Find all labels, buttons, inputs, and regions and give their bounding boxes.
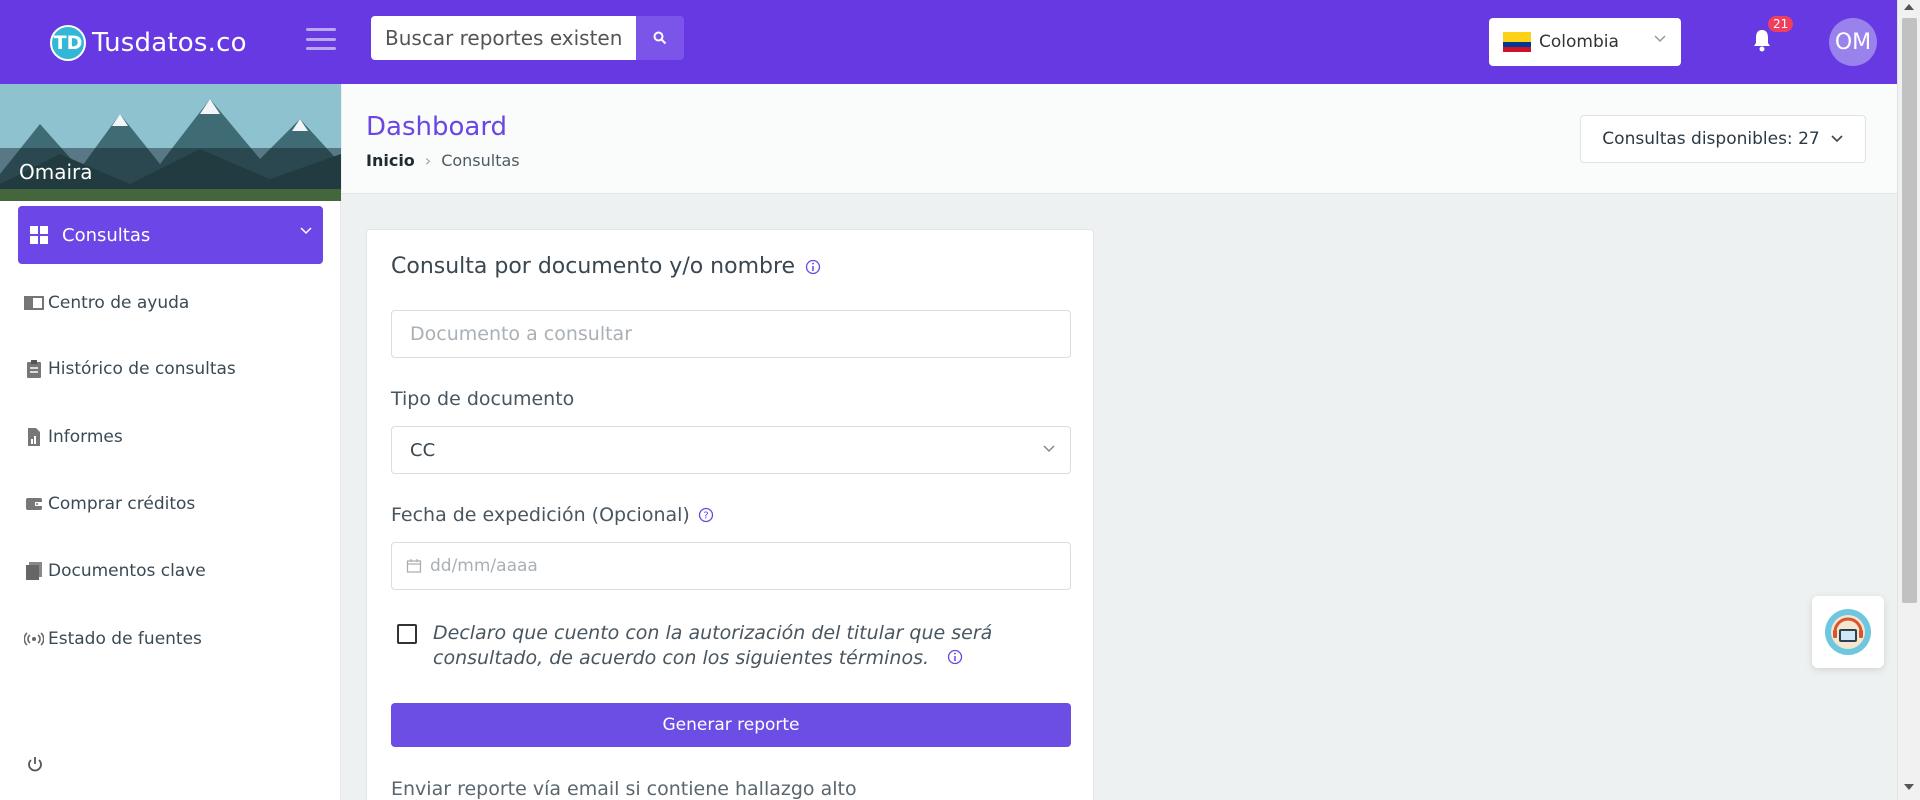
search-button[interactable] [636, 16, 684, 60]
notification-badge: 21 [1768, 16, 1794, 32]
email-option-text: Enviar reporte vía email si contiene hal… [391, 778, 857, 800]
report-icon [28, 428, 40, 446]
sidebar-item-historico[interactable]: Histórico de consultas [24, 352, 236, 386]
sidebar-item-comprar-creditos[interactable]: Comprar créditos [24, 487, 195, 521]
book-icon [24, 296, 44, 310]
sidebar-item-label: Consultas [62, 224, 151, 246]
consent-checkbox[interactable] [397, 624, 417, 644]
help-icon[interactable]: ? [698, 507, 714, 523]
credits-label: Consultas disponibles: 27 [1602, 129, 1820, 149]
breadcrumb-current: Consultas [441, 151, 520, 170]
consulta-form-card: Consulta por documento y/o nombre Tipo d… [366, 229, 1094, 800]
date-label: Fecha de expedición (Opcional) [391, 504, 690, 526]
chevron-right-icon: › [424, 151, 432, 170]
doc-type-label: Tipo de documento [391, 388, 575, 410]
consent-text-block: Declaro que cuento con la autorización d… [433, 621, 1057, 671]
scroll-thumb[interactable] [1902, 18, 1917, 603]
sidebar-item-label: Centro de ayuda [48, 293, 190, 313]
generate-report-button[interactable]: Generar reporte [391, 703, 1071, 747]
date-placeholder: dd/mm/aaaa [430, 556, 538, 576]
brand-name: Tusdatos.co [92, 28, 247, 58]
sidebar-user-name: Omaira [0, 148, 341, 201]
page-scrollbar[interactable] [1897, 0, 1920, 800]
sidebar-item-label: Estado de fuentes [48, 629, 202, 649]
card-title: Consulta por documento y/o nombre [391, 254, 821, 279]
search-icon [653, 31, 667, 45]
sidebar-item-centro-de-ayuda[interactable]: Centro de ayuda [24, 286, 189, 320]
sidebar-item-estado-de-fuentes[interactable]: Estado de fuentes [24, 622, 202, 656]
country-selector[interactable]: Colombia [1489, 18, 1681, 66]
chevron-down-icon [1043, 445, 1055, 453]
credits-dropdown[interactable]: Consultas disponibles: 27 [1580, 115, 1866, 163]
breadcrumb-home[interactable]: Inicio [366, 151, 415, 170]
sidebar-item-label: Informes [48, 427, 123, 447]
scroll-down-arrow-icon[interactable] [1904, 784, 1914, 790]
brand[interactable]: TD Tusdatos.co [50, 24, 247, 62]
page-header: Dashboard Inicio › Consultas Consultas d… [342, 84, 1897, 194]
colombia-flag-icon [1503, 32, 1531, 52]
support-agent-icon [1825, 609, 1871, 655]
user-avatar[interactable]: OM [1829, 18, 1877, 66]
top-bar: TD Tusdatos.co Colombia 21 OM [0, 0, 1897, 84]
card-title-text: Consulta por documento y/o nombre [391, 254, 796, 279]
breadcrumb: Inicio › Consultas [366, 151, 520, 170]
clipboard-icon [27, 360, 41, 378]
expedition-date-input[interactable]: dd/mm/aaaa [391, 542, 1071, 590]
date-label-row: Fecha de expedición (Opcional) ? [391, 504, 714, 526]
consent-text: Declaro que cuento con la autorización d… [433, 622, 993, 669]
info-icon[interactable] [947, 649, 963, 665]
bell-icon[interactable] [1752, 28, 1772, 52]
sidebar-item-consultas[interactable]: Consultas [18, 206, 323, 264]
chevron-down-icon [300, 227, 312, 235]
document-input[interactable] [391, 310, 1071, 358]
consent-row: Declaro que cuento con la autorización d… [397, 621, 1057, 671]
sidebar-item-label: Documentos clave [48, 561, 206, 581]
grid-icon [30, 226, 48, 244]
chevron-down-icon [1654, 35, 1666, 43]
scroll-up-arrow-icon[interactable] [1904, 4, 1914, 10]
svg-text:?: ? [703, 511, 708, 522]
calendar-icon [406, 559, 422, 573]
sidebar-item-label: Comprar créditos [48, 494, 196, 514]
page-title: Dashboard [366, 112, 508, 142]
wallet-icon [26, 498, 42, 510]
sidebar-item-informes[interactable]: Informes [24, 420, 123, 454]
support-chat-widget[interactable] [1812, 596, 1884, 668]
search-input[interactable] [371, 16, 636, 60]
doc-type-value: CC [410, 439, 436, 461]
sidebar-item-label: Histórico de consultas [48, 359, 236, 379]
hamburger-menu-icon[interactable] [306, 28, 336, 50]
documents-icon [26, 562, 42, 580]
info-icon[interactable] [805, 259, 821, 275]
power-icon[interactable] [26, 756, 44, 774]
sidebar-banner: Omaira [0, 84, 341, 201]
sidebar-item-documentos-clave[interactable]: Documentos clave [24, 554, 206, 588]
sidebar: Omaira Consultas Centro de ayuda Históri… [0, 84, 341, 800]
broadcast-icon [24, 632, 44, 646]
doc-type-select[interactable]: CC [391, 426, 1071, 474]
brand-logo: TD [50, 25, 86, 61]
chevron-down-icon [1831, 135, 1843, 143]
country-name: Colombia [1539, 32, 1619, 52]
